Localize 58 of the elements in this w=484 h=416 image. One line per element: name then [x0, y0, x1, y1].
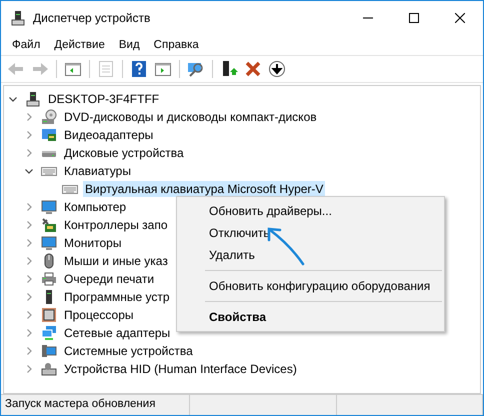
tree-item[interactable]: Компьютер — [62, 199, 128, 215]
expand-icon[interactable] — [24, 310, 34, 320]
menu-item[interactable]: Обновить конфигурацию оборудования — [177, 275, 444, 297]
collapse-icon[interactable] — [8, 94, 18, 104]
disable-icon[interactable] — [266, 58, 288, 80]
tree-item[interactable]: Видеоадаптеры — [62, 127, 156, 143]
menu-item[interactable]: Удалить — [177, 244, 444, 266]
menu-item[interactable]: Отключить — [177, 222, 444, 244]
menu-item[interactable]: Обновить драйверы... — [177, 200, 444, 222]
tree-item[interactable]: Мониторы — [62, 235, 124, 251]
hid-icon — [41, 361, 57, 377]
expand-icon[interactable] — [24, 148, 34, 158]
menu-item[interactable]: Вид — [112, 39, 147, 51]
expand-icon[interactable] — [24, 364, 34, 374]
computer-icon — [10, 10, 26, 26]
annotation-arrow — [266, 226, 306, 266]
expand-icon[interactable] — [24, 112, 34, 122]
expand-icon[interactable] — [24, 292, 34, 302]
expand-icon[interactable] — [24, 256, 34, 266]
system-icon — [41, 343, 57, 359]
processor-icon — [41, 307, 57, 323]
expand-icon[interactable] — [24, 130, 34, 140]
tree-item[interactable]: Мыши и иные указ — [62, 253, 170, 269]
printer-icon — [41, 271, 57, 287]
expand-icon[interactable] — [24, 274, 34, 284]
status-text: Запуск мастера обновления — [1, 395, 190, 415]
tree-item[interactable]: Устройства HID (Human Interface Devices) — [62, 361, 299, 377]
tree-item[interactable]: Процессоры — [62, 307, 136, 323]
display-adapter-icon — [41, 127, 57, 143]
tree-item[interactable]: Сетевые адаптеры — [62, 325, 172, 341]
monitor-icon — [41, 199, 57, 215]
network-icon — [41, 325, 57, 341]
tree-item[interactable]: Виртуальная клавиатура Microsoft Hyper-V — [83, 181, 326, 197]
menu-item[interactable]: Справка — [146, 39, 206, 51]
collapse-icon[interactable] — [24, 166, 34, 176]
disc-drive-icon — [41, 109, 57, 125]
expand-icon[interactable] — [24, 202, 34, 212]
storage-controller-icon — [41, 217, 57, 233]
tree-item[interactable]: Дисковые устройства — [62, 145, 186, 161]
tree-item[interactable]: Очереди печати — [62, 271, 156, 287]
expand-icon[interactable] — [24, 238, 34, 248]
expand-icon[interactable] — [24, 328, 34, 338]
menu-item[interactable]: Действие — [47, 39, 112, 51]
tree-item[interactable]: DESKTOP-3F4FTFF — [46, 91, 162, 107]
expand-icon[interactable] — [24, 220, 34, 230]
tree-item[interactable]: Клавиатуры — [62, 163, 133, 179]
tree-item[interactable]: Программные устр — [62, 289, 172, 305]
tree-item[interactable]: Контроллеры запо — [62, 217, 170, 233]
menu-item[interactable]: Файл — [5, 39, 48, 51]
expand-icon[interactable] — [24, 346, 34, 356]
monitor-icon — [41, 235, 57, 251]
computer-icon — [25, 91, 41, 107]
window-title: Диспетчер устройств — [33, 11, 152, 25]
close-icon[interactable] — [455, 13, 465, 23]
maximize-icon[interactable] — [409, 13, 419, 23]
tree-item[interactable]: Системные устройства — [62, 343, 195, 359]
tree-item[interactable]: DVD-дисководы и дисководы компакт-дисков — [62, 109, 319, 125]
menu-item[interactable]: Свойства — [177, 306, 444, 328]
